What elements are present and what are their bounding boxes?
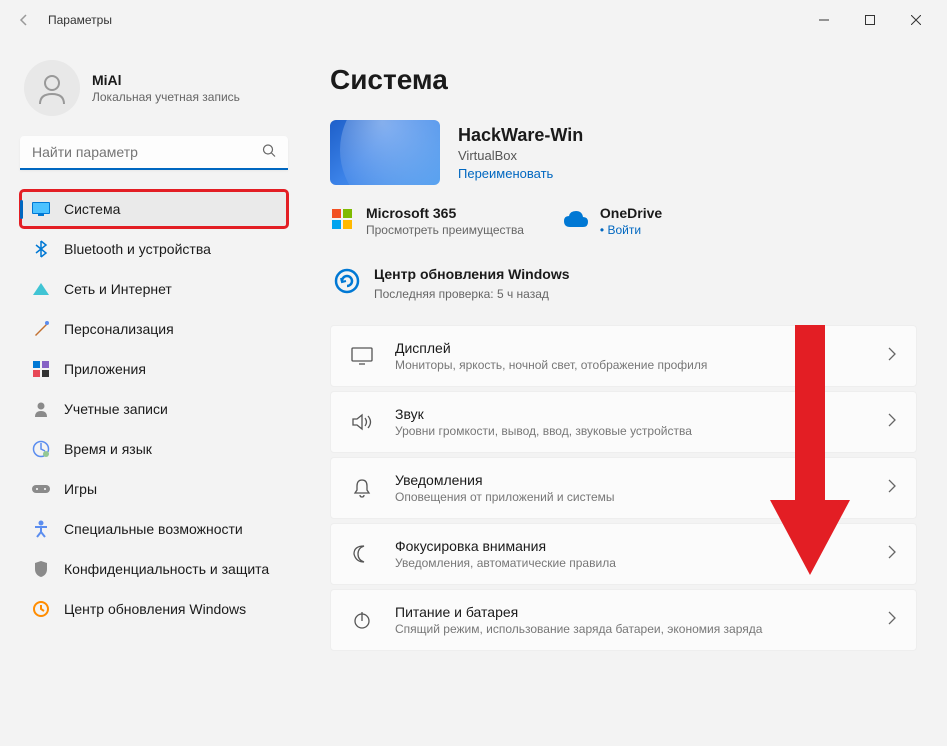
titlebar: Параметры — [0, 0, 947, 40]
sidebar-item-time[interactable]: Время и язык — [20, 430, 288, 468]
sidebar-item-label: Персонализация — [64, 321, 174, 337]
sidebar-item-bluetooth[interactable]: Bluetooth и устройства — [20, 230, 288, 268]
sidebar: MiAl Локальная учетная запись Система — [0, 40, 300, 746]
minimize-button[interactable] — [801, 4, 847, 36]
update-subtitle: Последняя проверка: 5 ч назад — [374, 287, 570, 301]
service-title: OneDrive — [600, 205, 662, 221]
search-box — [20, 136, 288, 170]
close-button[interactable] — [893, 4, 939, 36]
avatar — [24, 60, 80, 116]
device-subtitle: VirtualBox — [458, 148, 583, 163]
sidebar-item-label: Специальные возможности — [64, 521, 243, 537]
sidebar-item-label: Время и язык — [64, 441, 152, 457]
back-button[interactable] — [8, 4, 40, 36]
sidebar-item-update[interactable]: Центр обновления Windows — [20, 590, 288, 628]
user-name: MiAl — [92, 72, 240, 88]
onedrive-icon — [564, 207, 588, 231]
sidebar-item-label: Учетные записи — [64, 401, 168, 417]
display-icon — [32, 200, 50, 218]
setting-subtitle: Оповещения от приложений и системы — [395, 490, 866, 504]
setting-subtitle: Мониторы, яркость, ночной свет, отображе… — [395, 358, 866, 372]
service-onedrive[interactable]: OneDrive Войти — [564, 205, 662, 237]
setting-title: Фокусировка внимания — [395, 538, 866, 554]
sidebar-item-gaming[interactable]: Игры — [20, 470, 288, 508]
chevron-right-icon — [888, 545, 896, 564]
setting-power[interactable]: Питание и батарея Спящий режим, использо… — [330, 589, 917, 651]
chevron-right-icon — [888, 479, 896, 498]
search-input[interactable] — [20, 136, 288, 170]
brush-icon — [32, 320, 50, 338]
sidebar-item-accounts[interactable]: Учетные записи — [20, 390, 288, 428]
sidebar-item-label: Конфиденциальность и защита — [64, 561, 269, 577]
setting-subtitle: Уровни громкости, вывод, ввод, звуковые … — [395, 424, 866, 438]
device-name: HackWare-Win — [458, 125, 583, 146]
chevron-right-icon — [888, 347, 896, 366]
setting-title: Дисплей — [395, 340, 866, 356]
moon-icon — [351, 543, 373, 565]
sidebar-item-accessibility[interactable]: Специальные возможности — [20, 510, 288, 548]
device-thumbnail — [330, 120, 440, 185]
chevron-right-icon — [888, 611, 896, 630]
setting-display[interactable]: Дисплей Мониторы, яркость, ночной свет, … — [330, 325, 917, 387]
sidebar-item-system[interactable]: Система — [20, 190, 288, 228]
nav: Система Bluetooth и устройства Сеть и Ин… — [20, 190, 288, 628]
apps-icon — [32, 360, 50, 378]
shield-icon — [32, 560, 50, 578]
update-block[interactable]: Центр обновления Windows Последняя прове… — [330, 265, 917, 301]
clock-globe-icon — [32, 440, 50, 458]
search-icon — [262, 144, 276, 163]
person-icon — [32, 400, 50, 418]
power-icon — [351, 609, 373, 631]
service-title: Microsoft 365 — [366, 205, 524, 221]
maximize-button[interactable] — [847, 4, 893, 36]
setting-notifications[interactable]: Уведомления Оповещения от приложений и с… — [330, 457, 917, 519]
main-content: Система HackWare-Win VirtualBox Переимен… — [300, 40, 947, 746]
sidebar-item-label: Bluetooth и устройства — [64, 241, 211, 257]
update-icon — [32, 600, 50, 618]
services-row: Microsoft 365 Просмотреть преимущества O… — [330, 205, 917, 237]
accessibility-icon — [32, 520, 50, 538]
rename-link[interactable]: Переименовать — [458, 166, 583, 181]
monitor-icon — [351, 345, 373, 367]
bluetooth-icon — [32, 240, 50, 258]
sidebar-item-label: Сеть и Интернет — [64, 281, 172, 297]
update-title: Центр обновления Windows — [374, 265, 570, 283]
m365-icon — [330, 207, 354, 231]
setting-title: Уведомления — [395, 472, 866, 488]
sidebar-item-network[interactable]: Сеть и Интернет — [20, 270, 288, 308]
setting-sound[interactable]: Звук Уровни громкости, вывод, ввод, звук… — [330, 391, 917, 453]
sidebar-item-label: Центр обновления Windows — [64, 601, 246, 617]
chevron-right-icon — [888, 413, 896, 432]
setting-subtitle: Спящий режим, использование заряда батар… — [395, 622, 866, 636]
window-title: Параметры — [48, 13, 112, 27]
page-title: Система — [330, 64, 917, 96]
sound-icon — [351, 411, 373, 433]
sidebar-item-label: Система — [64, 201, 120, 217]
sidebar-item-privacy[interactable]: Конфиденциальность и защита — [20, 550, 288, 588]
setting-title: Звук — [395, 406, 866, 422]
sidebar-item-personalization[interactable]: Персонализация — [20, 310, 288, 348]
device-block: HackWare-Win VirtualBox Переименовать — [330, 120, 917, 185]
window-controls — [801, 4, 939, 36]
bell-icon — [351, 477, 373, 499]
service-m365[interactable]: Microsoft 365 Просмотреть преимущества — [330, 205, 524, 237]
settings-list: Дисплей Мониторы, яркость, ночной свет, … — [330, 325, 917, 651]
setting-subtitle: Уведомления, автоматические правила — [395, 556, 866, 570]
sidebar-item-label: Приложения — [64, 361, 146, 377]
sidebar-item-apps[interactable]: Приложения — [20, 350, 288, 388]
service-subtitle: Просмотреть преимущества — [366, 223, 524, 237]
sidebar-item-label: Игры — [64, 481, 97, 497]
gamepad-icon — [32, 480, 50, 498]
wifi-icon — [32, 280, 50, 298]
user-block[interactable]: MiAl Локальная учетная запись — [20, 60, 288, 116]
service-login-link[interactable]: Войти — [600, 223, 662, 237]
setting-title: Питание и батарея — [395, 604, 866, 620]
windows-update-icon — [334, 268, 360, 294]
setting-focus[interactable]: Фокусировка внимания Уведомления, автома… — [330, 523, 917, 585]
user-subtitle: Локальная учетная запись — [92, 90, 240, 104]
